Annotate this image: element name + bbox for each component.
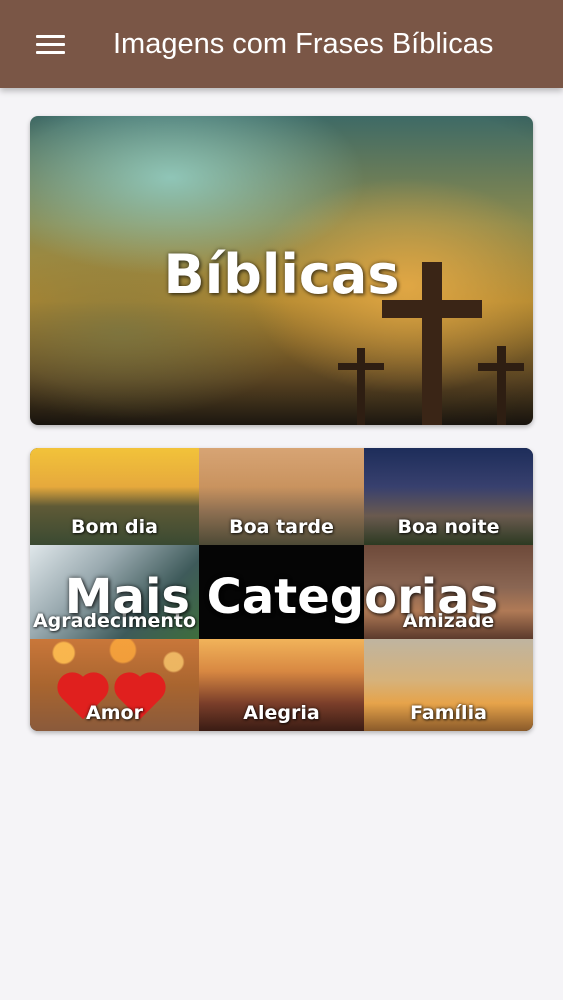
category-tile-bom-dia: Bom dia xyxy=(30,448,199,545)
biblicas-card[interactable]: Bíblicas xyxy=(30,116,533,425)
category-tile-agradecimento: Agradecimento xyxy=(30,545,199,639)
app-title: Imagens com Frases Bíblicas xyxy=(113,28,494,60)
category-tile-label: Boa tarde xyxy=(229,516,334,538)
category-tile-label: Amizade xyxy=(402,610,495,632)
category-tile-boa-tarde: Boa tarde xyxy=(199,448,364,545)
category-tile-label: Agradecimento xyxy=(32,610,197,632)
menu-line xyxy=(36,51,65,54)
category-tile-amizade: Amizade xyxy=(364,545,533,639)
category-tile-boa-noite: Boa noite xyxy=(364,448,533,545)
biblicas-card-label: Bíblicas xyxy=(163,243,400,306)
app-bar: Imagens com Frases Bíblicas xyxy=(0,0,563,88)
category-tile-alegria: Alegria xyxy=(199,639,364,731)
category-tile-familia: Família xyxy=(364,639,533,731)
category-tile-amor: Amor xyxy=(30,639,199,731)
cross-icon xyxy=(338,348,384,425)
hamburger-menu-icon[interactable] xyxy=(22,24,78,64)
category-tile-label: Alegria xyxy=(243,702,320,724)
category-tile-center xyxy=(199,545,364,639)
category-tile-label: Boa noite xyxy=(397,516,500,538)
category-tile-label: Família xyxy=(410,702,487,724)
menu-line xyxy=(36,35,65,38)
more-categories-card[interactable]: Bom dia Boa tarde Boa noite Agradeciment… xyxy=(30,448,533,731)
cross-icon xyxy=(478,346,524,425)
category-tile-label: Bom dia xyxy=(71,516,158,538)
category-tile-label: Amor xyxy=(86,702,143,724)
menu-line xyxy=(36,43,65,46)
